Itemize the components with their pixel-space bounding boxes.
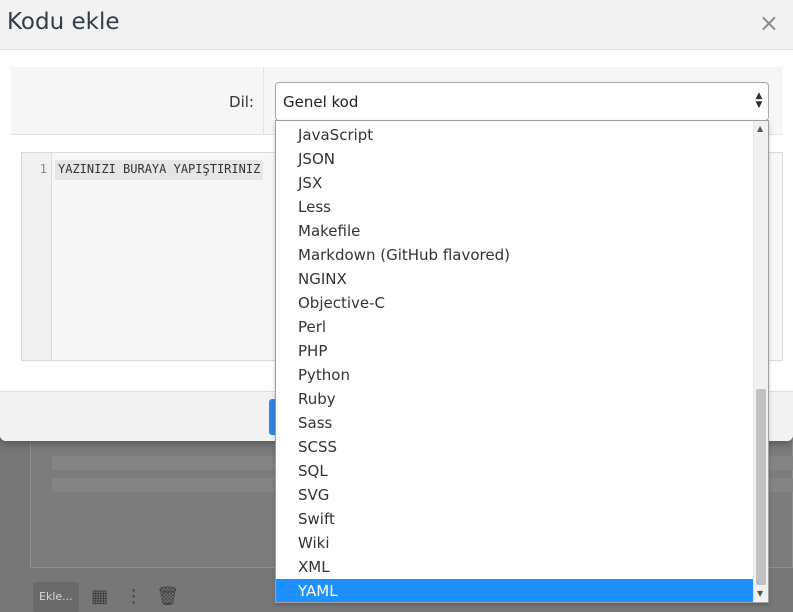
dropdown-option[interactable]: Ruby <box>276 387 754 411</box>
dropdown-option[interactable]: Less <box>276 195 754 219</box>
language-select-value: Genel kod <box>283 93 359 111</box>
dropdown-option[interactable]: Sass <box>276 411 754 435</box>
modal-header: Kodu ekle × <box>0 0 793 50</box>
dropdown-option[interactable]: Wiki <box>276 531 754 555</box>
scroll-down-icon[interactable]: ▼ <box>757 589 763 598</box>
dropdown-option[interactable]: Objective-C <box>276 291 754 315</box>
dropdown-option[interactable]: Makefile <box>276 219 754 243</box>
grid-icon: ▦ <box>91 586 109 607</box>
dropdown-option[interactable]: YAML <box>276 579 754 602</box>
dropdown-option[interactable]: PHP <box>276 339 754 363</box>
scroll-up-icon[interactable]: ▲ <box>757 124 763 133</box>
dropdown-option[interactable]: NGINX <box>276 267 754 291</box>
dropdown-option[interactable]: SVG <box>276 483 754 507</box>
language-label: Dil: <box>229 93 254 111</box>
more-vert-icon: ⋮ <box>124 586 143 607</box>
dropdown-option[interactable]: XML <box>276 555 754 579</box>
close-icon[interactable]: × <box>759 9 779 37</box>
modal-title: Kodu ekle <box>7 9 120 35</box>
form-divider <box>263 67 264 135</box>
dropdown-option[interactable]: Swift <box>276 507 754 531</box>
background-toolbar: Ekle... ▦ ⋮ 🗑 <box>33 582 181 612</box>
dropdown-option[interactable]: Perl <box>276 315 754 339</box>
dropdown-option[interactable]: SCSS <box>276 435 754 459</box>
code-placeholder-line[interactable]: YAZINIZI BURAYA YAPIŞTIRINIZ <box>55 160 264 180</box>
dropdown-options: JavaScript JSON JSX Less Makefile Markdown (G… <box>276 123 754 602</box>
dropdown-scrollbar[interactable]: ▲ ▼ <box>753 121 768 602</box>
dropdown-option[interactable]: Python <box>276 363 754 387</box>
dropdown-option[interactable]: JavaScript <box>276 123 754 147</box>
background-add-button: Ekle... <box>33 582 79 612</box>
dropdown-option[interactable]: JSX <box>276 171 754 195</box>
select-arrows-icon: ▲ ▼ <box>755 91 763 110</box>
language-select[interactable]: Genel kod ▲ ▼ <box>275 82 769 121</box>
dropdown-option[interactable]: JSON <box>276 147 754 171</box>
dropdown-option[interactable]: SQL <box>276 459 754 483</box>
scrollbar-thumb[interactable] <box>756 389 766 585</box>
trash-icon: 🗑 <box>156 586 180 607</box>
dropdown-option[interactable]: Markdown (GitHub flavored) <box>276 243 754 267</box>
line-gutter: 1 <box>22 153 52 360</box>
line-number: 1 <box>39 162 47 176</box>
language-dropdown-list[interactable]: JavaScript JSON JSX Less Makefile Markdown (G… <box>275 120 769 603</box>
